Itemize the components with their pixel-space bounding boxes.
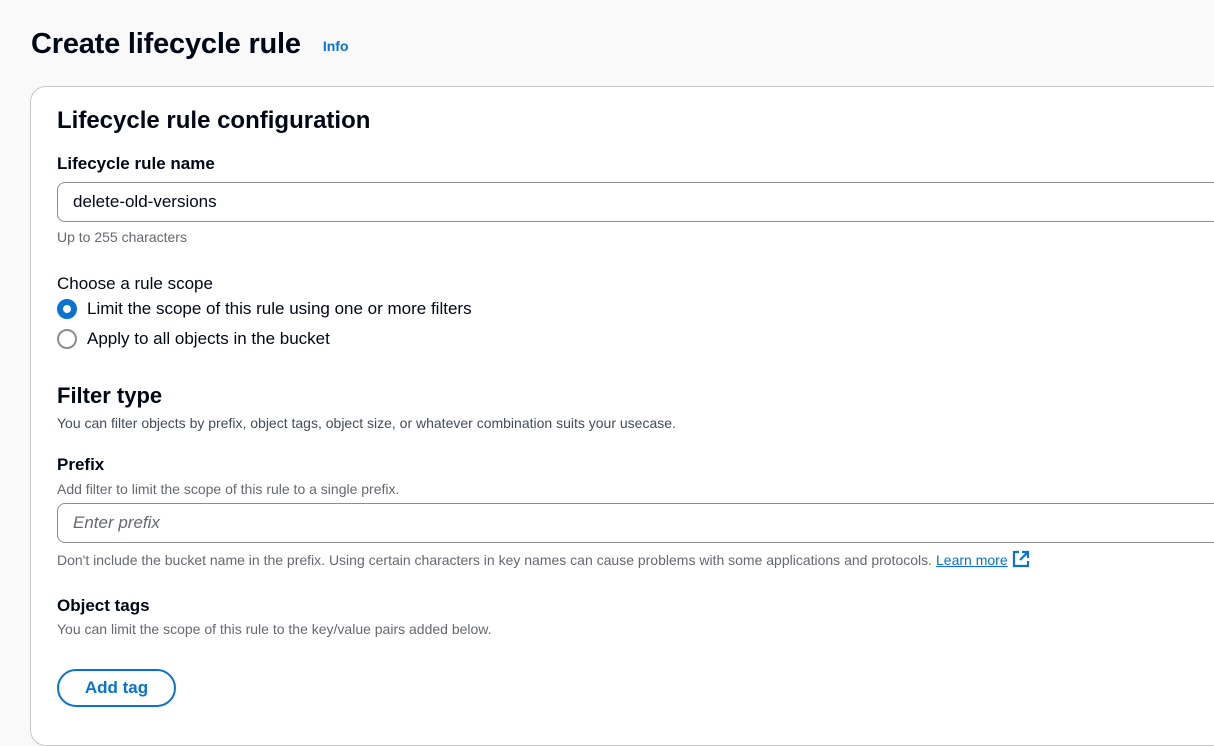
- scope-option-label: Apply to all objects in the bucket: [87, 329, 330, 348]
- external-link-icon[interactable]: [1012, 550, 1030, 571]
- rule-name-hint: Up to 255 characters: [57, 229, 187, 245]
- prefix-hint-text: Don't include the bucket name in the pre…: [57, 552, 933, 568]
- prefix-input[interactable]: [57, 503, 1214, 543]
- page-title: Create lifecycle rule: [31, 28, 301, 60]
- rule-name-label: Lifecycle rule name: [57, 154, 215, 173]
- prefix-hint: Don't include the bucket name in the pre…: [57, 550, 1030, 571]
- prefix-description: Add filter to limit the scope of this ru…: [57, 481, 400, 497]
- filter-type-title: Filter type: [57, 383, 163, 408]
- rule-scope-label: Choose a rule scope: [57, 274, 213, 293]
- object-tags-description: You can limit the scope of this rule to …: [57, 621, 492, 637]
- info-link[interactable]: Info: [323, 38, 349, 54]
- rule-name-input[interactable]: [57, 182, 1214, 222]
- prefix-label: Prefix: [57, 455, 105, 474]
- page-header: Create lifecycle rule Info: [31, 28, 349, 61]
- learn-more-link[interactable]: Learn more: [936, 552, 1008, 568]
- panel-title: Lifecycle rule configuration: [57, 107, 371, 134]
- add-tag-button[interactable]: Add tag: [57, 669, 176, 707]
- object-tags-label: Object tags: [57, 596, 150, 615]
- lifecycle-rule-configuration-panel: Lifecycle rule configuration Lifecycle r…: [30, 86, 1214, 746]
- scope-option-label: Limit the scope of this rule using one o…: [87, 299, 472, 318]
- scope-option-all-objects[interactable]: Apply to all objects in the bucket: [57, 329, 330, 349]
- radio-button-checked[interactable]: [57, 299, 77, 319]
- radio-button-unchecked[interactable]: [57, 329, 77, 349]
- scope-option-limit-filters[interactable]: Limit the scope of this rule using one o…: [57, 299, 472, 319]
- filter-type-description: You can filter objects by prefix, object…: [57, 415, 676, 431]
